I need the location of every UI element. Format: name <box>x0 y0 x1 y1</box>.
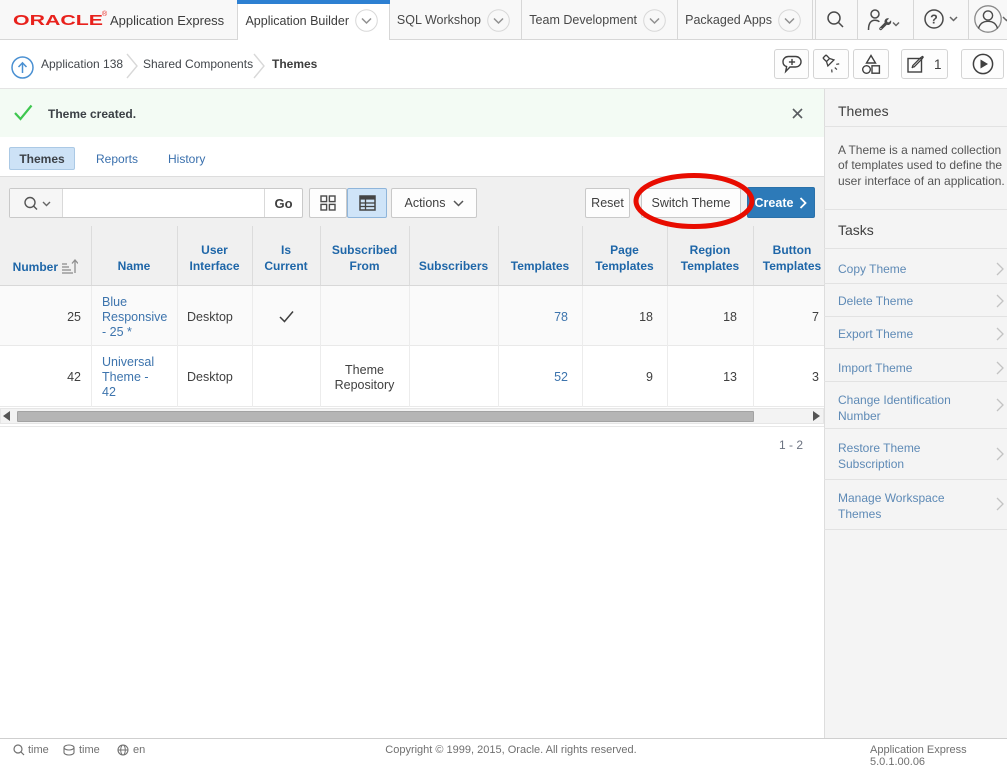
svg-text:?: ? <box>930 13 938 27</box>
